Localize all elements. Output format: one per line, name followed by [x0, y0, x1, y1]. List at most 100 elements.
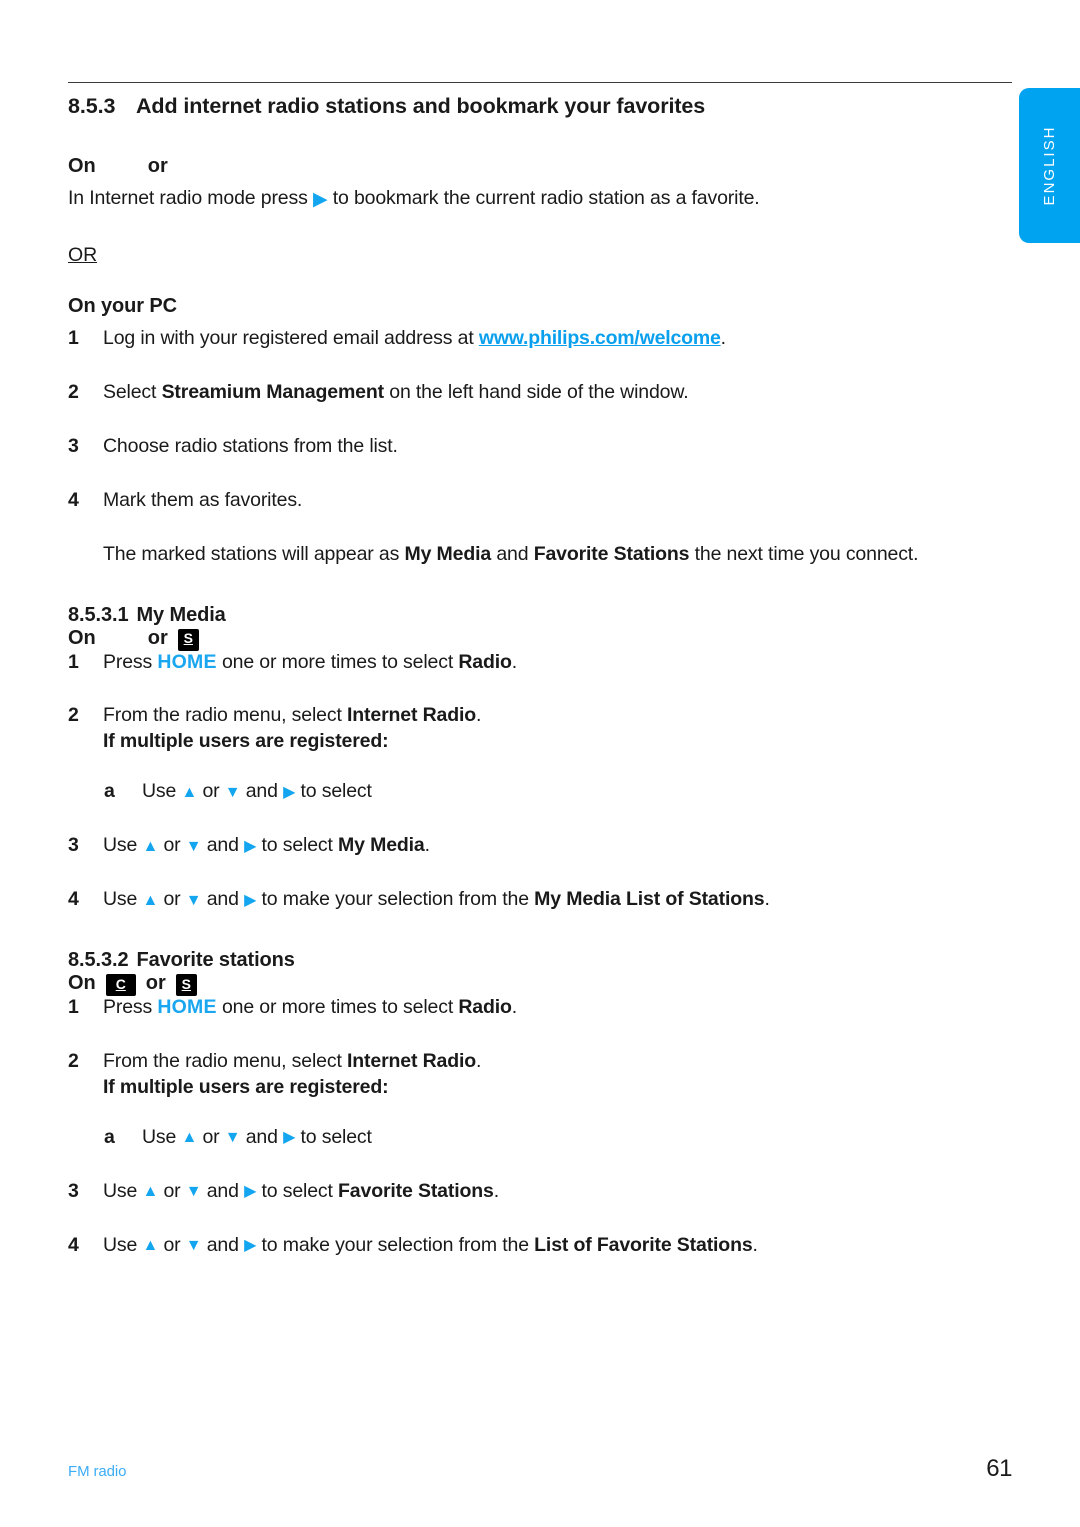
- list-item-text-post: .: [476, 1049, 482, 1072]
- list-marker: a: [104, 1125, 115, 1148]
- down-arrow-icon: ▼: [224, 783, 241, 801]
- list-item: 2 Select Streamium Management on the lef…: [68, 380, 1012, 406]
- device-badge-c-icon: C: [105, 974, 136, 994]
- list-item-emphasis: Radio: [458, 996, 512, 1019]
- intro-text-before: In Internet radio mode press: [68, 187, 308, 209]
- list-item-text-post: .: [424, 834, 430, 857]
- intro-paragraph: In Internet radio mode press ▶ to bookma…: [68, 186, 1012, 212]
- list-item-text-mid1: or: [158, 888, 186, 911]
- header-rule: [68, 82, 1012, 83]
- list-item: 1 Press HOME one or more times to select…: [68, 995, 1012, 1021]
- my-media-on-line: On or S: [68, 627, 1012, 650]
- multiple-users-subheading: If multiple users are registered:: [103, 730, 389, 753]
- on-label: On: [68, 972, 96, 995]
- list-item-text-pre: Press: [103, 996, 158, 1019]
- intro-text-after: to bookmark the current radio station as…: [332, 187, 760, 209]
- on-label: On: [68, 155, 96, 177]
- list-marker: 1: [68, 326, 79, 349]
- on-or-label: or: [147, 155, 168, 177]
- list-marker: 1: [68, 996, 79, 1019]
- list-item: 2 From the radio menu, select Internet R…: [68, 703, 1012, 755]
- list-item-text-mid: one or more times to select: [216, 996, 459, 1019]
- note-paragraph: The marked stations will appear as My Me…: [68, 542, 1012, 568]
- list-item-text-pre: Press: [103, 650, 158, 673]
- section-heading: 8.5.3 Add internet radio stations and bo…: [68, 94, 1012, 119]
- list-item: 4 Use ▲ or ▼ and ▶ to make your selectio…: [68, 1233, 1012, 1259]
- list-item-emphasis: Streamium Management: [161, 380, 385, 403]
- list-item-text: From the radio menu, select Internet Rad…: [103, 1049, 1012, 1101]
- list-item: 4 Mark them as favorites.: [68, 488, 1012, 514]
- note-text-2: and: [491, 542, 534, 565]
- list-item-text-mid2: and: [201, 834, 245, 857]
- list-item-text-mid1: or: [158, 1179, 186, 1202]
- list-marker: 3: [68, 834, 79, 857]
- list-item-text-pre: Use: [103, 1233, 143, 1256]
- note-emphasis-1: My Media: [404, 542, 492, 565]
- list-item: 3 Choose radio stations from the list.: [68, 434, 1012, 460]
- list-item: 1 Press HOME one or more times to select…: [68, 650, 1012, 676]
- my-media-title: My Media: [136, 603, 226, 626]
- list-item-text-pre: Use: [103, 834, 143, 857]
- list-item-text-mid1: or: [197, 1125, 225, 1148]
- list-marker: 2: [68, 704, 79, 727]
- list-item-emphasis: My Media List of Stations: [534, 888, 765, 911]
- page-body: 8.5.3 Add internet radio stations and bo…: [68, 0, 1012, 1527]
- list-marker: 2: [68, 380, 79, 403]
- list-item-text-pre: Use: [142, 780, 182, 803]
- list-item-text-mid3: to select: [256, 1179, 339, 1202]
- note-text-3: the next time you connect.: [689, 542, 919, 565]
- list-item-text-mid2: and: [201, 1179, 245, 1202]
- right-arrow-icon: ▶: [244, 1237, 257, 1255]
- list-item-text-pre: Use: [103, 888, 143, 911]
- list-item-text: Log in with your registered email addres…: [103, 326, 1012, 352]
- list-item-text-mid3: to make your selection from the: [256, 888, 535, 911]
- philips-welcome-link[interactable]: www.philips.com/welcome: [479, 327, 721, 349]
- up-arrow-icon: ▲: [181, 783, 198, 801]
- list-marker: 4: [68, 488, 79, 511]
- list-marker: 4: [68, 888, 79, 911]
- right-arrow-icon: ▶: [312, 189, 328, 210]
- home-key-label: HOME: [157, 650, 217, 673]
- favorite-stations-title: Favorite stations: [136, 949, 295, 972]
- page-footer: FM radio 61: [68, 1455, 1012, 1483]
- page-content: 8.5.3 Add internet radio stations and bo…: [68, 88, 1012, 1259]
- list-item-text-post: .: [493, 1179, 499, 1202]
- section-title: Add internet radio stations and bookmark…: [136, 94, 706, 118]
- list-item-text-mid2: and: [240, 780, 284, 803]
- list-item-text-mid3: to make your selection from the: [256, 1233, 535, 1256]
- list-item-text-mid1: or: [158, 834, 186, 857]
- right-arrow-icon: ▶: [283, 783, 296, 801]
- down-arrow-icon: ▼: [185, 1237, 202, 1255]
- up-arrow-icon: ▲: [181, 1129, 198, 1147]
- list-item: 1 Log in with your registered email addr…: [68, 326, 1012, 352]
- list-item-text: Use ▲ or ▼ and ▶ to select: [142, 779, 1012, 805]
- language-tab-label: ENGLISH: [1041, 125, 1058, 206]
- list-item-emphasis: My Media: [338, 834, 425, 857]
- my-media-number: 8.5.3.1: [68, 603, 129, 626]
- list-item-emphasis: Radio: [458, 650, 512, 673]
- favorite-stations-on-line: On C or S: [68, 972, 1012, 995]
- device-badge-c-letter: C: [115, 975, 126, 992]
- on-device-heading: On or: [68, 155, 1012, 178]
- list-item-text: Use ▲ or ▼ and ▶ to make your selection …: [103, 1233, 1012, 1259]
- list-item-text: Mark them as favorites.: [103, 488, 303, 511]
- list-item-text: Use ▲ or ▼ and ▶ to select: [142, 1125, 1012, 1151]
- list-item-text: Choose radio stations from the list.: [103, 434, 398, 457]
- list-item: 4 Use ▲ or ▼ and ▶ to make your selectio…: [68, 887, 1012, 913]
- list-item-text-pre: Log in with your registered email addres…: [103, 326, 479, 349]
- up-arrow-icon: ▲: [142, 1183, 159, 1201]
- my-media-heading: 8.5.3.1 My Media: [68, 604, 1012, 627]
- up-arrow-icon: ▲: [142, 891, 159, 909]
- footer-chapter-label: FM radio: [68, 1463, 127, 1480]
- right-arrow-icon: ▶: [244, 891, 257, 909]
- list-item-text-mid: one or more times to select: [216, 650, 459, 673]
- list-item-emphasis: Favorite Stations: [338, 1179, 494, 1202]
- list-marker: 3: [68, 434, 79, 457]
- down-arrow-icon: ▼: [224, 1129, 241, 1147]
- favorite-stations-heading: 8.5.3.2 Favorite stations: [68, 949, 1012, 972]
- list-item: a Use ▲ or ▼ and ▶ to select: [68, 1125, 1012, 1151]
- note-emphasis-2: Favorite Stations: [533, 542, 690, 565]
- list-item-text-post: .: [511, 996, 518, 1019]
- list-marker: 4: [68, 1233, 79, 1256]
- on-your-pc-heading: On your PC: [68, 294, 178, 317]
